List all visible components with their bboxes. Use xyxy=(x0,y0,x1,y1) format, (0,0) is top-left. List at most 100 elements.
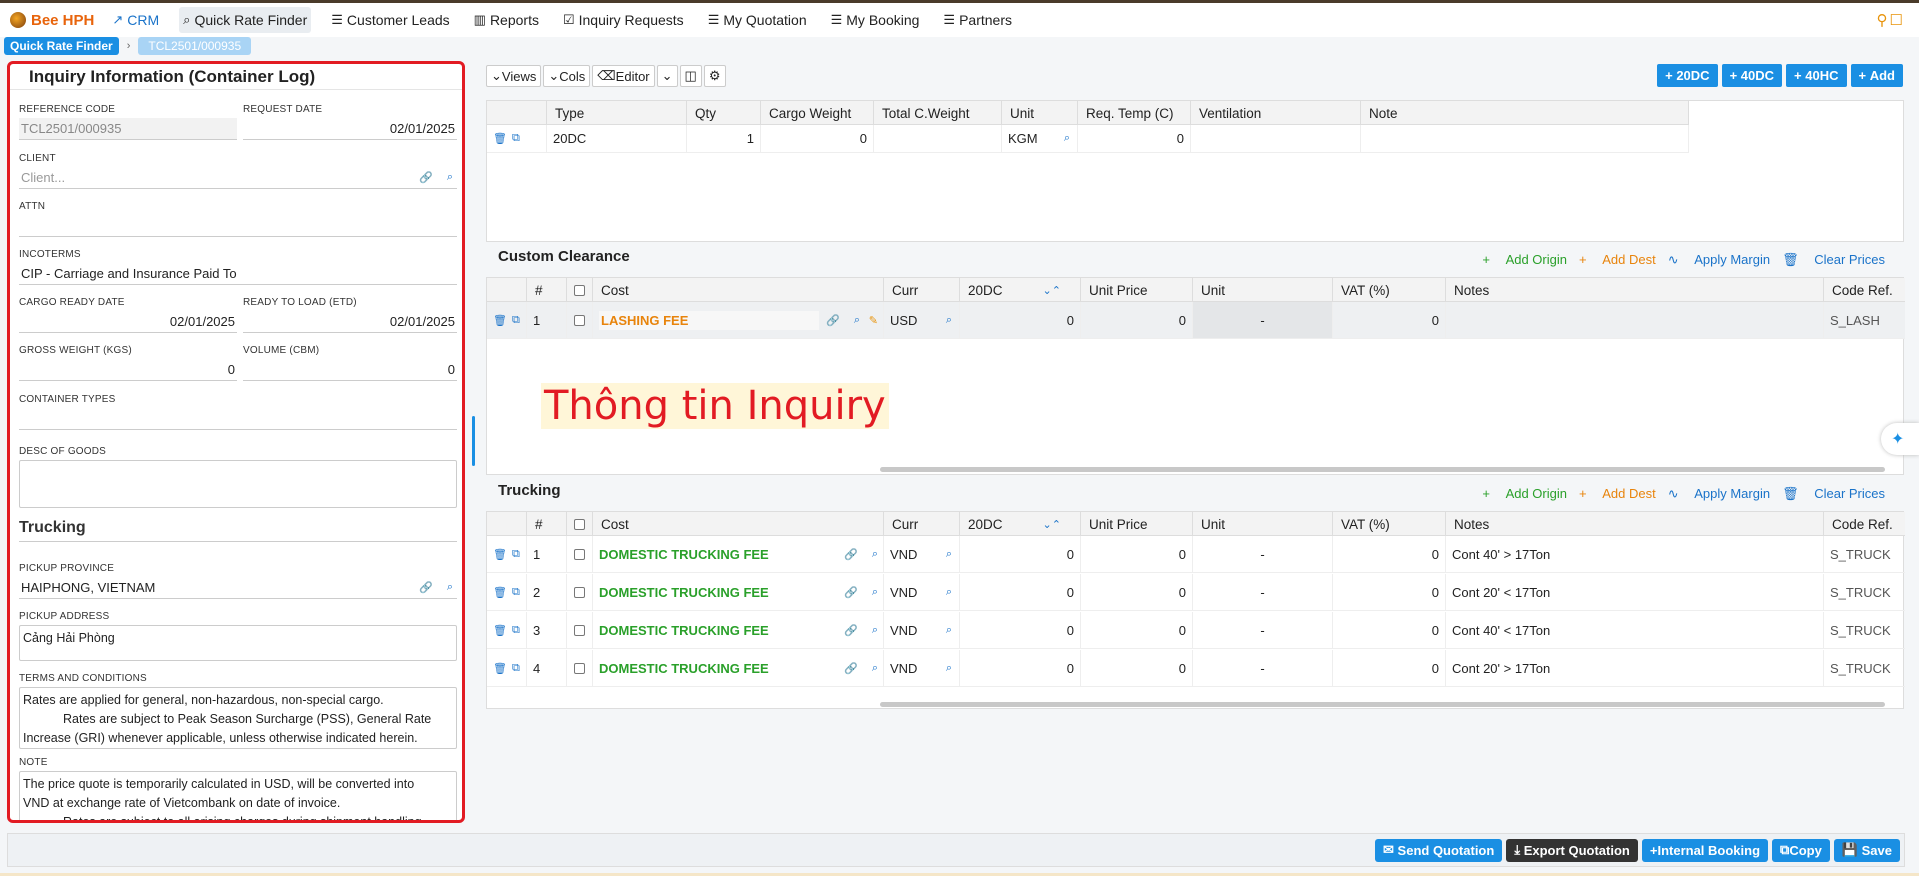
request-date-input[interactable]: 02/01/2025 xyxy=(243,118,457,140)
incoterms-select[interactable]: CIP - Carriage and Insurance Paid To xyxy=(19,263,457,285)
cost-cell[interactable]: DOMESTIC TRUCKING FEE 🔗 ⌕ xyxy=(593,612,884,648)
clear-prices-button[interactable]: 🗑 Clear Prices xyxy=(1782,486,1885,502)
volume-input[interactable]: 0 xyxy=(243,359,457,381)
row-checkbox[interactable] xyxy=(574,548,585,560)
trash-icon[interactable]: 🗑 xyxy=(493,586,507,599)
horizontal-scrollbar[interactable] xyxy=(880,702,1885,707)
dc20-cell[interactable]: 0 xyxy=(960,302,1081,338)
unit-cell[interactable]: KGM ⌕ xyxy=(1002,125,1078,152)
add-dest-button[interactable]: + Add Dest xyxy=(1579,486,1656,502)
more-button[interactable]: ⌄ xyxy=(656,65,678,87)
ventilation-cell[interactable] xyxy=(1191,125,1361,152)
nav-reports[interactable]: ▥ Reports xyxy=(470,7,543,33)
copy-icon[interactable]: ⧉ xyxy=(512,624,520,637)
apply-margin-button[interactable]: ∿ Apply Margin xyxy=(1668,252,1770,268)
breadcrumb-root[interactable]: Quick Rate Finder xyxy=(4,37,119,55)
terms-textarea[interactable]: Rates are applied for general, non-hazar… xyxy=(19,687,457,749)
internal-booking-button[interactable]: + Internal Booking xyxy=(1641,838,1769,862)
unit-cell[interactable]: - xyxy=(1193,302,1333,338)
copy-icon[interactable]: ⧉ xyxy=(512,586,520,599)
trash-icon[interactable]: 🗑 xyxy=(493,132,507,145)
layout-button[interactable]: ◫ xyxy=(679,65,702,87)
link-icon[interactable]: 🔗 xyxy=(826,314,840,327)
add-40hc-button[interactable]: + 40HC xyxy=(1786,64,1847,87)
nav-crm[interactable]: ↗ CRM xyxy=(108,7,163,33)
row-checkbox[interactable] xyxy=(574,314,585,326)
trash-icon[interactable]: 🗑 xyxy=(493,314,507,327)
add-button[interactable]: + Add xyxy=(1850,64,1903,87)
cost-cell[interactable]: DOMESTIC TRUCKING FEE 🔗 ⌕ xyxy=(593,650,884,686)
qty-cell[interactable]: 1 xyxy=(687,125,761,152)
cost-cell[interactable]: DOMESTIC TRUCKING FEE 🔗 ⌕ xyxy=(593,536,884,572)
nav-partners[interactable]: ☰ Partners xyxy=(939,7,1016,33)
cargo-weight-cell[interactable]: 0 xyxy=(761,125,874,152)
table-row[interactable]: 🗑 ⧉ 2 DOMESTIC TRUCKING FEE 🔗 ⌕ VND ⌕ 0 0 - … xyxy=(487,574,1905,611)
gross-weight-input[interactable]: 0 xyxy=(19,359,237,381)
clear-prices-button[interactable]: 🗑 Clear Prices xyxy=(1782,252,1885,268)
apply-margin-button[interactable]: ∿ Apply Margin xyxy=(1668,486,1770,502)
settings-button[interactable]: ⚙ xyxy=(703,65,726,87)
table-row[interactable]: 🗑 ⧉ 1 LASHING FEE 🔗 ⌕ ✎ USD ⌕ 0 0 - 0 S_LASH xyxy=(487,302,1905,339)
add-origin-button[interactable]: + Add Origin xyxy=(1482,252,1567,268)
trash-icon[interactable]: 🗑 xyxy=(493,662,507,675)
copy-icon[interactable]: ⧉ xyxy=(512,314,520,327)
nav-quick-rate-finder[interactable]: ⌕ Quick Rate Finder xyxy=(179,7,312,33)
horizontal-scrollbar[interactable] xyxy=(880,467,1885,472)
assistant-float-icon[interactable]: ✦ xyxy=(1881,423,1919,455)
link-icon[interactable]: 🔗 xyxy=(844,662,858,675)
breadcrumb-current[interactable]: TCL2501/000935 xyxy=(138,37,252,55)
search-icon[interactable]: ⌕ xyxy=(872,548,878,561)
select-all-checkbox[interactable] xyxy=(574,284,585,296)
curr-cell[interactable]: VND ⌕ xyxy=(884,650,960,686)
row-checkbox[interactable] xyxy=(574,586,585,598)
table-row[interactable]: 🗑 ⧉ 1 DOMESTIC TRUCKING FEE 🔗 ⌕ VND ⌕ 0 0 - … xyxy=(487,536,1905,573)
desc-goods-textarea[interactable] xyxy=(19,460,457,508)
total-weight-cell[interactable] xyxy=(874,125,1002,152)
pickup-province-input[interactable]: HAIPHONG, VIETNAM 🔗 ⌕ xyxy=(19,577,457,599)
link-icon[interactable]: 🔗 xyxy=(844,624,858,637)
add-20dc-button[interactable]: + 20DC xyxy=(1657,64,1718,87)
table-row[interactable]: 🗑 ⧉ 3 DOMESTIC TRUCKING FEE 🔗 ⌕ VND ⌕ 0 0 - … xyxy=(487,612,1905,649)
copy-icon[interactable]: ⧉ xyxy=(512,132,520,145)
container-types-input[interactable] xyxy=(19,408,457,430)
type-cell[interactable]: 20DC xyxy=(547,125,687,152)
reference-code-input[interactable]: TCL2501/000935 xyxy=(19,118,237,140)
copy-icon[interactable]: ⧉ xyxy=(512,662,520,675)
search-icon[interactable]: ⌕ xyxy=(1064,132,1070,145)
select-all-checkbox[interactable] xyxy=(574,518,585,530)
unit-price-cell[interactable]: 0 xyxy=(1081,302,1193,338)
export-quotation-button[interactable]: ⤓ Export Quotation xyxy=(1506,838,1638,862)
add-40dc-button[interactable]: + 40DC xyxy=(1721,64,1783,87)
user-icon[interactable]: ⚲ xyxy=(1877,12,1890,29)
add-origin-button[interactable]: + Add Origin xyxy=(1482,486,1567,502)
search-icon[interactable]: ⌕ xyxy=(946,662,952,675)
link-icon[interactable]: 🔗 xyxy=(844,586,858,599)
pickup-address-textarea[interactable]: Cảng Hải Phòng xyxy=(19,625,457,661)
row-checkbox[interactable] xyxy=(574,624,585,636)
search-icon[interactable]: ⌕ xyxy=(447,581,453,594)
search-icon[interactable]: ⌕ xyxy=(872,586,878,599)
trash-icon[interactable]: 🗑 xyxy=(493,624,507,637)
search-icon[interactable]: ⌕ xyxy=(872,624,878,637)
send-quotation-button[interactable]: ✉ Send Quotation xyxy=(1375,838,1503,862)
nav-my-quotation[interactable]: ☰ My Quotation xyxy=(704,7,811,33)
note-cell[interactable] xyxy=(1361,125,1689,152)
sort-icon[interactable]: ⌄⌃ xyxy=(1043,518,1061,531)
views-button[interactable]: ⌄ Views xyxy=(486,65,542,87)
search-icon[interactable]: ⌕ xyxy=(872,662,878,675)
link-icon[interactable]: 🔗 xyxy=(844,548,858,561)
copy-button[interactable]: ⧉ Copy xyxy=(1772,838,1830,862)
copy-icon[interactable]: ⧉ xyxy=(512,548,520,561)
editor-button[interactable]: ⌫ Editor xyxy=(592,65,655,87)
curr-cell[interactable]: VND ⌕ xyxy=(884,574,960,610)
edit-icon[interactable]: ✎ xyxy=(869,314,878,327)
nav-my-booking[interactable]: ☰ My Booking xyxy=(827,7,924,33)
client-input[interactable]: Client... 🔗 ⌕ xyxy=(19,167,457,189)
brand[interactable]: Bee HPH xyxy=(10,12,94,29)
search-icon[interactable]: ⌕ xyxy=(854,314,860,327)
search-icon[interactable]: ⌕ xyxy=(946,586,952,599)
panel-resizer[interactable] xyxy=(472,416,475,466)
curr-cell[interactable]: VND ⌕ xyxy=(884,536,960,572)
attn-input[interactable] xyxy=(19,215,457,237)
search-icon[interactable]: ⌕ xyxy=(946,624,952,637)
